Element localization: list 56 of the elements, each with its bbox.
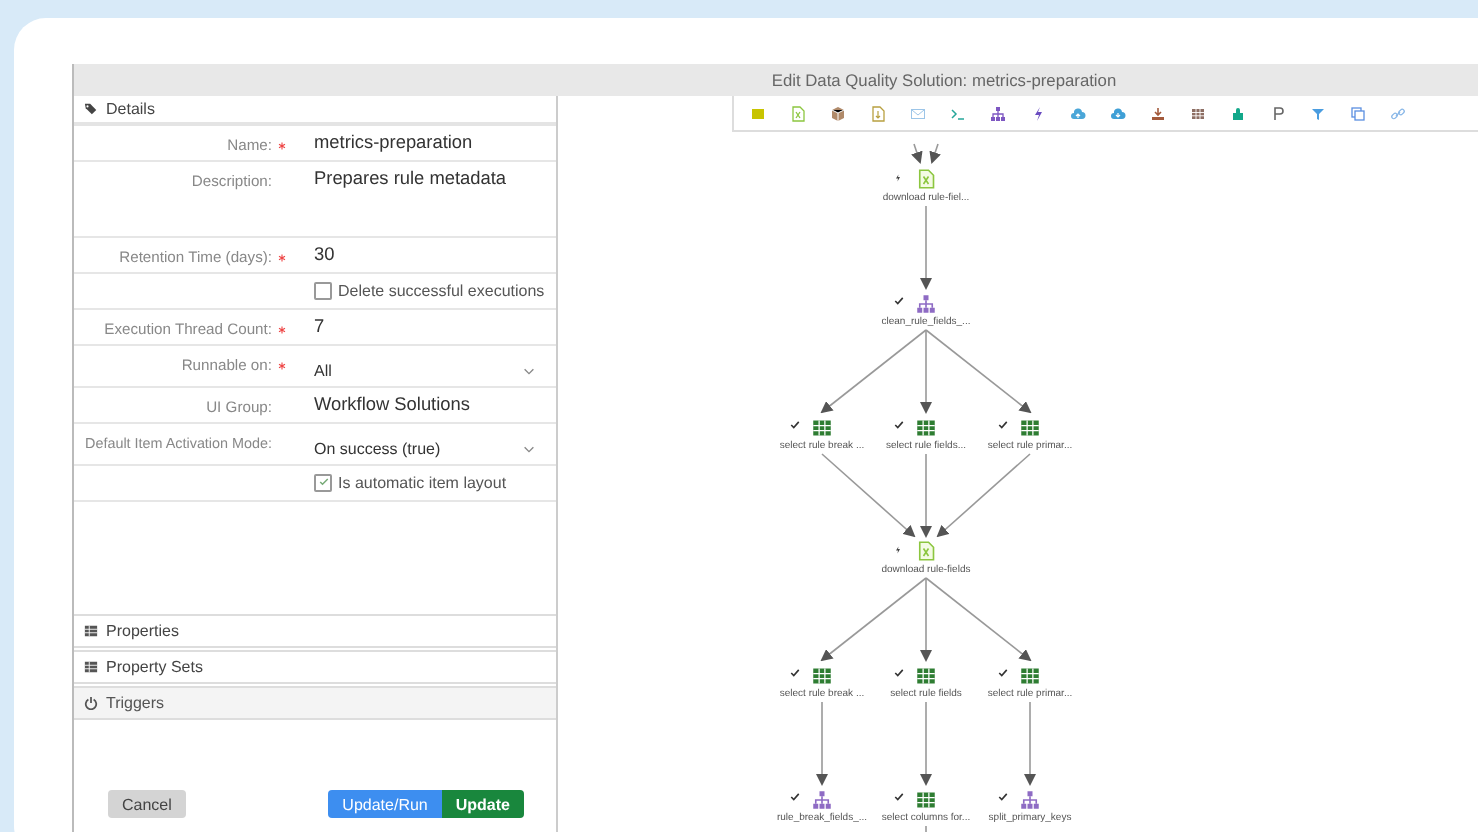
- cloud-download-icon[interactable]: [1110, 105, 1126, 121]
- power-icon: [84, 696, 98, 710]
- cancel-button[interactable]: Cancel: [108, 790, 186, 818]
- chevron-down-icon: [522, 442, 536, 456]
- arrow: [1024, 701, 1036, 786]
- table-icon[interactable]: [1020, 417, 1040, 437]
- table-icon[interactable]: [1020, 665, 1040, 685]
- table-icon[interactable]: [1190, 105, 1206, 121]
- table-icon: [84, 624, 98, 638]
- table-icon[interactable]: [916, 417, 936, 437]
- puzzle-icon[interactable]: [1230, 105, 1246, 121]
- bolt-icon[interactable]: [1030, 105, 1046, 121]
- hierarchy-icon[interactable]: [812, 789, 832, 809]
- update-button[interactable]: Update: [441, 790, 524, 818]
- table-icon[interactable]: [812, 665, 832, 685]
- checkbox[interactable]: [314, 473, 332, 491]
- window-title: Edit Data Quality Solution: metrics-preparation: [74, 64, 1478, 96]
- arrow: [920, 453, 932, 538]
- checkbox[interactable]: [314, 281, 332, 299]
- arrow: [929, 143, 941, 164]
- table-icon: [84, 660, 98, 674]
- table-icon[interactable]: [812, 417, 832, 437]
- arrow: [816, 701, 828, 786]
- text-field[interactable]: Workflow Solutions: [314, 394, 544, 414]
- text-field[interactable]: metrics-preparation: [314, 132, 544, 152]
- table-icon[interactable]: [916, 665, 936, 685]
- arrow: [821, 453, 916, 538]
- arrow: [911, 143, 923, 164]
- cube-icon[interactable]: [830, 105, 846, 121]
- terminal-icon[interactable]: [950, 105, 966, 121]
- text-field[interactable]: 30: [314, 244, 544, 264]
- section-header[interactable]: Property Sets: [74, 650, 556, 684]
- download-icon[interactable]: [1150, 105, 1166, 121]
- hierarchy-icon[interactable]: [916, 293, 936, 313]
- arrow: [920, 205, 932, 290]
- section-header[interactable]: Details: [74, 96, 556, 126]
- checkbox-label: Delete successful executions: [338, 281, 545, 299]
- text-area[interactable]: Prepares rule metadata: [314, 168, 544, 236]
- text-field[interactable]: 7: [314, 316, 544, 336]
- section-header[interactable]: Properties: [74, 614, 556, 648]
- section-header[interactable]: Triggers: [74, 686, 556, 720]
- table-icon[interactable]: [916, 789, 936, 809]
- dropdown[interactable]: On success (true): [314, 432, 544, 464]
- connector-line: [925, 825, 927, 832]
- copy-icon[interactable]: [1350, 105, 1366, 121]
- tags-icon: [84, 102, 98, 116]
- dropdown[interactable]: All: [314, 354, 544, 386]
- hierarchy-icon[interactable]: [990, 105, 1006, 121]
- file-icon[interactable]: [870, 105, 886, 121]
- filter-icon[interactable]: [1310, 105, 1326, 121]
- chevron-down-icon: [522, 364, 536, 378]
- arrow: [936, 453, 1031, 538]
- checkbox-label: Is automatic item layout: [338, 473, 507, 491]
- cloud-upload-icon[interactable]: [1070, 105, 1086, 121]
- hierarchy-icon[interactable]: [1020, 789, 1040, 809]
- arrow: [920, 701, 932, 786]
